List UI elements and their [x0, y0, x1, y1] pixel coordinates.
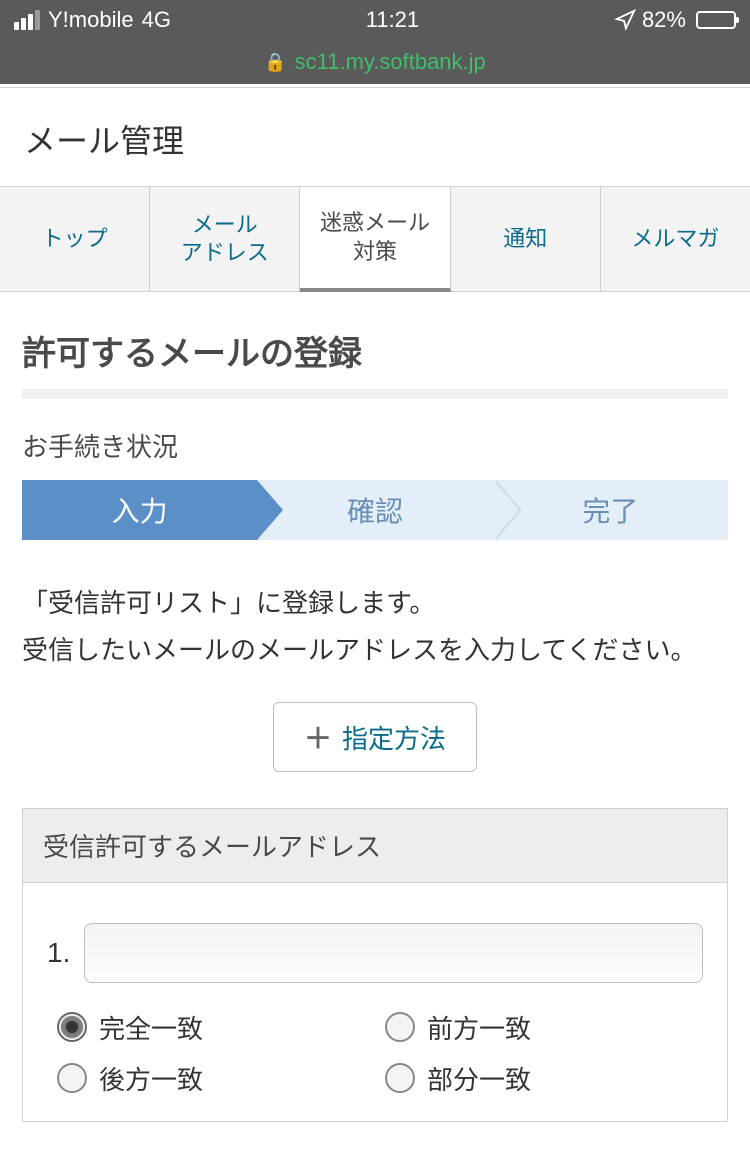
network-label: 4G [142, 7, 171, 33]
signal-icon [14, 10, 40, 30]
radio-icon [385, 1012, 415, 1042]
radio-label: 部分一致 [427, 1060, 531, 1097]
location-icon [614, 9, 636, 31]
step-input: 入力 [22, 480, 257, 540]
radio-label: 後方一致 [99, 1060, 203, 1097]
radio-icon [385, 1063, 415, 1093]
plus-icon: ＋ [304, 723, 332, 754]
tab-top[interactable]: トップ [0, 187, 150, 291]
battery-icon [696, 11, 736, 29]
progress-steps: 入力 確認 完了 [22, 480, 728, 540]
tab-bar: トップ メール アドレス 迷惑メール 対策 通知 メルマガ [0, 186, 750, 292]
browser-url-bar[interactable]: 🔒 sc11.my.softbank.jp [0, 40, 750, 84]
radio-exact-match[interactable]: 完全一致 [57, 1009, 375, 1046]
step-confirm: 確認 [257, 480, 492, 540]
radio-icon [57, 1063, 87, 1093]
radio-backward-match[interactable]: 後方一致 [57, 1060, 375, 1097]
step-done: 完了 [493, 480, 728, 540]
tab-notification[interactable]: 通知 [451, 187, 601, 291]
address-row-1: 1. [47, 923, 703, 983]
section-divider [22, 389, 728, 399]
radio-partial-match[interactable]: 部分一致 [385, 1060, 703, 1097]
url-text: sc11.my.softbank.jp [295, 49, 486, 75]
status-time: 11:21 [366, 7, 419, 33]
tab-mail-address[interactable]: メール アドレス [150, 187, 300, 291]
radio-forward-match[interactable]: 前方一致 [385, 1009, 703, 1046]
tab-newsletter[interactable]: メルマガ [601, 187, 750, 291]
ios-status-bar: Y!mobile 4G 11:21 82% [0, 0, 750, 40]
method-button-label: 指定方法 [342, 724, 446, 754]
section-title: 許可するメールの登録 [0, 292, 750, 389]
status-right: 82% [614, 7, 736, 33]
lock-icon: 🔒 [264, 52, 286, 73]
specify-method-button[interactable]: ＋ 指定方法 [273, 702, 477, 772]
radio-label: 前方一致 [427, 1009, 531, 1046]
status-left: Y!mobile 4G [14, 7, 171, 33]
description-text: 「受信許可リスト」に登録します。 受信したいメールのメールアドレスを入力してくだ… [0, 568, 750, 702]
tab-spam-filter[interactable]: 迷惑メール 対策 [300, 187, 450, 292]
page-title: メール管理 [0, 88, 750, 186]
panel-heading: 受信許可するメールアドレス [23, 809, 727, 883]
radio-label: 完全一致 [99, 1009, 203, 1046]
row-number: 1. [47, 937, 70, 969]
carrier-label: Y!mobile [48, 7, 134, 33]
allowed-address-panel: 受信許可するメールアドレス 1. 完全一致 前方一致 後方一致 部分一致 [22, 808, 728, 1122]
email-input-1[interactable] [84, 923, 703, 983]
procedure-label: お手続き状況 [0, 419, 750, 474]
battery-percent: 82% [642, 7, 686, 33]
radio-icon [57, 1012, 87, 1042]
match-type-group: 完全一致 前方一致 後方一致 部分一致 [47, 1009, 703, 1097]
